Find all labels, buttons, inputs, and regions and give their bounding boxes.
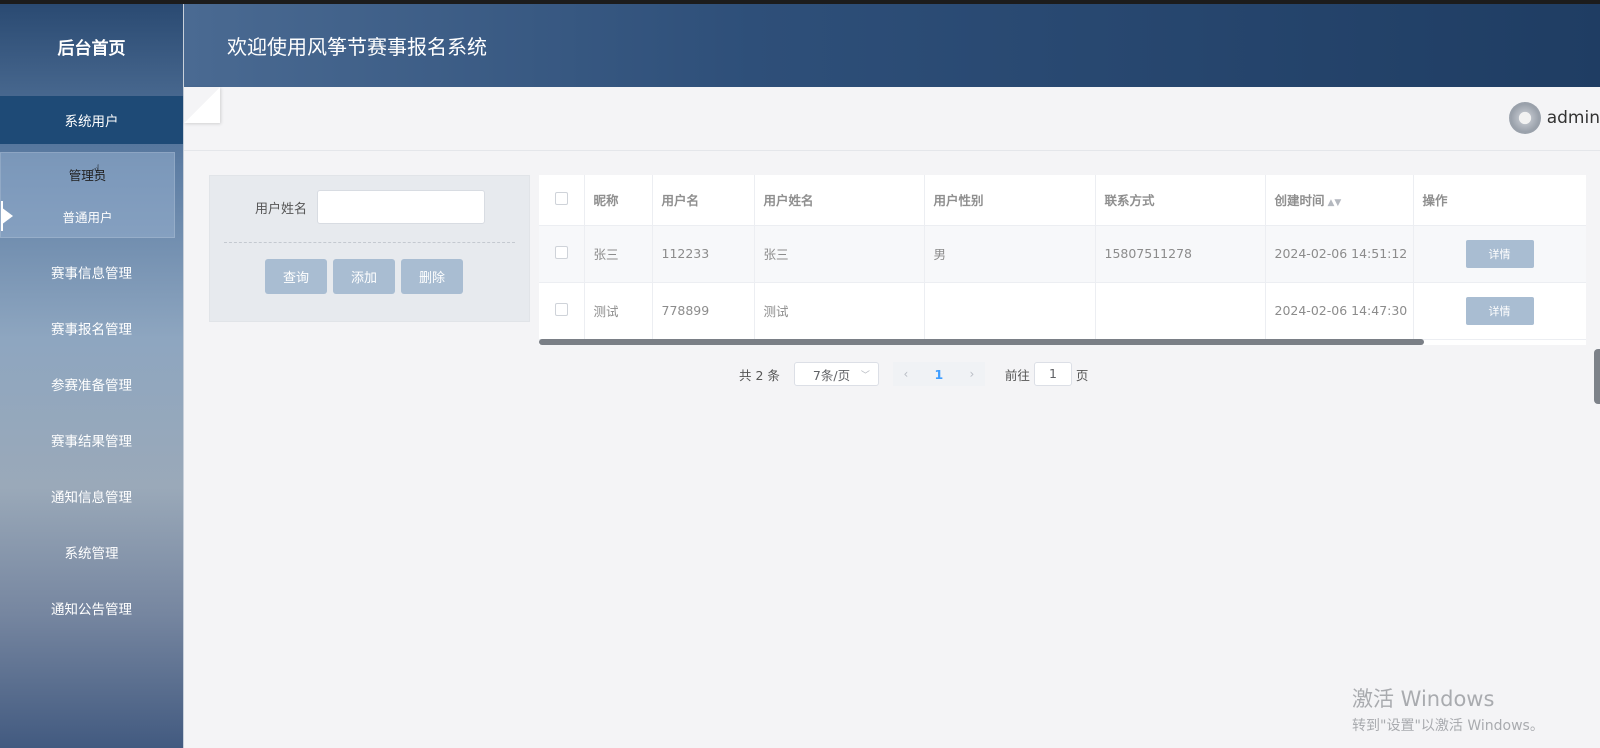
watermark-title: 激活 Windows [1352,687,1495,711]
column-header-nickname: 昵称 [584,175,653,226]
cell-gender [924,282,1096,340]
pagination: 共 2 条 7条/页 ﹀ ‹ 1 › 前往 1 页 [739,362,1088,386]
sidebar-item-system-users[interactable]: 系统用户 [0,96,183,144]
column-header-phone: 联系方式 [1095,175,1266,226]
sidebar-item-system[interactable]: 系统管理 [0,524,183,580]
add-button[interactable]: 添加 [333,259,396,294]
page-jump: 前往 1 页 [1004,362,1089,386]
page-size-value: 7条/页 [812,367,851,383]
select-all-checkbox[interactable] [539,175,585,226]
sidebar: 后台首页 系统用户 管理员 ☝ 普通用户 赛事信息管理 赛事报名管理 参赛准备管… [0,4,184,748]
cell-created: 2024-02-06 14:47:30 [1265,282,1414,340]
column-header-realname: 用户姓名 [754,175,925,226]
checkbox-icon[interactable] [554,302,568,316]
sidebar-item-event-signup[interactable]: 赛事报名管理 [0,300,183,356]
checkbox-icon[interactable] [554,245,568,259]
cell-action: 详情 [1412,282,1586,340]
delete-button[interactable]: 删除 [401,259,464,294]
table-horizontal-scrollbar[interactable] [539,339,1424,345]
search-divider [224,242,515,243]
submenu-item-normal-user[interactable]: 普通用户 [1,195,174,237]
user-table: 昵称 用户名 用户姓名 用户性别 联系方式 创建时间 ▲▼ 操作 张三 11223… [539,175,1586,345]
cell-created: 2024-02-06 14:51:12 [1265,225,1414,283]
column-header-created[interactable]: 创建时间 ▲▼ [1265,175,1414,226]
row-checkbox[interactable] [539,282,585,340]
cell-realname: 张三 [754,225,925,283]
cell-nickname: 测试 [584,282,653,340]
table-row: 张三 112233 张三 男 15807511278 2024-02-06 14… [539,225,1586,283]
avatar[interactable] [1508,102,1541,134]
search-input[interactable] [317,190,486,224]
chevron-down-icon: ﹀ [860,370,870,381]
page-size-select[interactable]: 7条/页 ﹀ [793,362,879,386]
cell-phone: 15807511278 [1095,225,1266,283]
detail-button[interactable]: 详情 [1465,296,1534,325]
page-scrollbar-thumb[interactable] [1594,349,1600,404]
sidebar-item-announcements[interactable]: 通知公告管理 [0,580,183,636]
sort-icon[interactable]: ▲▼ [1328,198,1342,208]
action-buttons: 查询 添加 删除 [265,259,464,294]
submenu-item-admin[interactable]: 管理员 ☝ [1,153,174,195]
query-button[interactable]: 查询 [265,259,328,294]
sidebar-item-results[interactable]: 赛事结果管理 [0,412,183,468]
column-header-action: 操作 [1412,175,1586,226]
search-row: 用户姓名 [255,190,486,224]
sidebar-brand[interactable]: 后台首页 [0,4,183,88]
user-menu[interactable]: admin [1508,102,1600,134]
detail-button[interactable]: 详情 [1465,239,1534,268]
page-navigation: ‹ 1 › [892,362,985,386]
table-header-row: 昵称 用户名 用户姓名 用户性别 联系方式 创建时间 ▲▼ 操作 [539,175,1586,226]
active-arrow-icon [1,207,13,225]
page-jump-suffix: 页 [1075,367,1089,383]
next-page-icon[interactable]: › [959,367,985,381]
pagination-total: 共 2 条 [739,367,780,383]
column-header-username: 用户名 [652,175,755,226]
sidebar-item-notifications[interactable]: 通知信息管理 [0,468,183,524]
page-number-current[interactable]: 1 [919,367,959,382]
search-panel: 用户姓名 查询 添加 删除 [209,175,530,322]
page-jump-label: 前往 [1004,367,1030,383]
submenu-item-label: 普通用户 [62,209,113,225]
sidebar-fold-icon[interactable] [184,87,220,123]
cell-username: 112233 [652,225,755,283]
cell-username: 778899 [652,282,755,340]
checkbox-icon[interactable] [554,191,568,205]
column-header-created-label: 创建时间 [1274,193,1325,209]
table-row: 测试 778899 测试 2024-02-06 14:47:30 详情 [539,282,1586,340]
sidebar-item-preparation[interactable]: 参赛准备管理 [0,356,183,412]
row-checkbox[interactable] [539,225,585,283]
cell-realname: 测试 [754,282,925,340]
cell-phone [1095,282,1266,340]
mouse-pointer-icon: ☝ [91,161,101,180]
page-title: 欢迎使用风筝节赛事报名系统 [227,35,487,59]
cell-gender: 男 [924,225,1096,283]
submenu-system-users: 管理员 ☝ 普通用户 [0,152,175,238]
toolbar: admin [184,87,1600,151]
watermark-subtitle: 转到"设置"以激活 Windows。 [1352,718,1544,734]
cell-nickname: 张三 [584,225,653,283]
page-jump-input[interactable]: 1 [1033,362,1072,386]
windows-activation-watermark: 激活 Windows 转到"设置"以激活 Windows。 [1352,683,1544,735]
column-header-gender: 用户性别 [924,175,1096,226]
top-header: 欢迎使用风筝节赛事报名系统 [184,4,1600,87]
username[interactable]: admin [1547,108,1600,128]
prev-page-icon[interactable]: ‹ [893,367,919,381]
search-label: 用户姓名 [255,201,308,217]
sidebar-item-event-info[interactable]: 赛事信息管理 [0,244,183,300]
cell-action: 详情 [1412,225,1586,283]
